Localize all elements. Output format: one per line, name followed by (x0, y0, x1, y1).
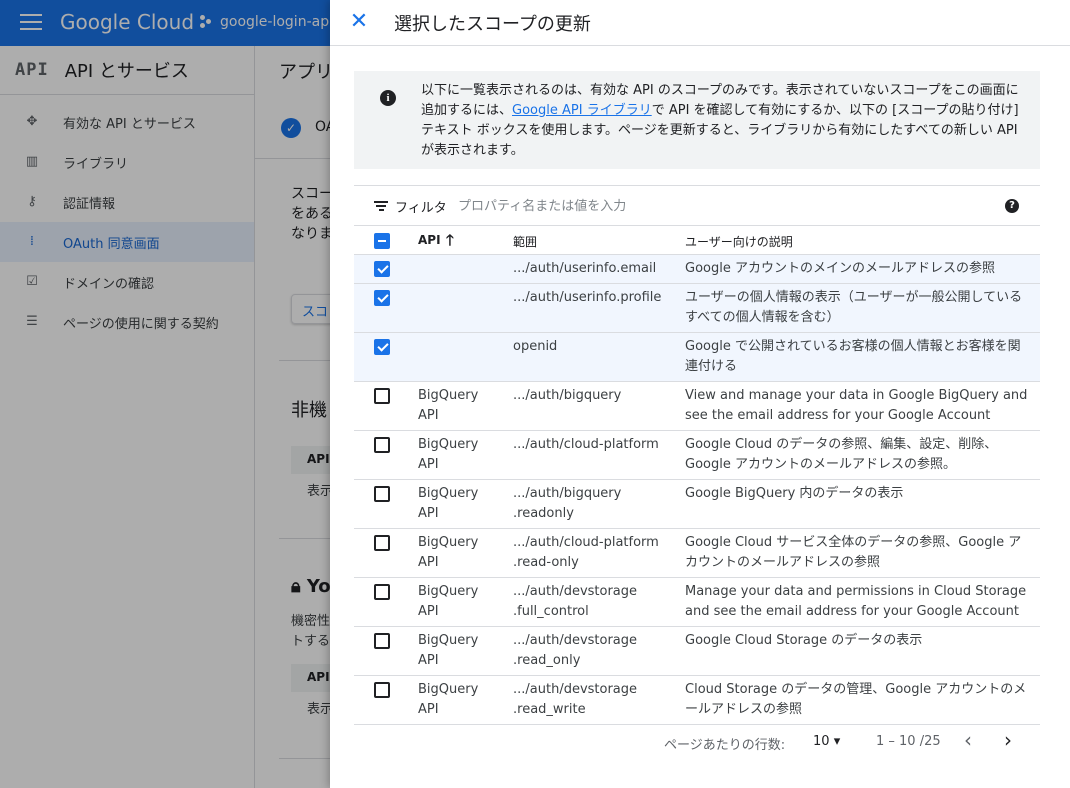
close-icon[interactable]: ✕ (346, 10, 372, 36)
row-api: BigQuery API (418, 535, 479, 570)
table-row[interactable]: BigQuery API .../auth/devstorage .full_c… (354, 578, 1040, 627)
api-library-link[interactable]: Google API ライブラリ (512, 103, 652, 118)
row-checkbox[interactable] (374, 682, 390, 698)
filter-label: フィルタ (395, 201, 447, 216)
row-checkbox[interactable] (374, 339, 390, 355)
filter-bar: フィルタ ? (354, 185, 1040, 226)
row-description: ユーザーの個人情報の表示（ユーザーが一般公開しているすべての個人情報を含む） (685, 290, 1023, 325)
info-text: 以下に一覧表示されるのは、有効な API のスコープのみです。表示されていないス… (421, 83, 1019, 158)
row-scope: .../auth/devstorage .read_only (513, 633, 638, 668)
row-description: Google BigQuery 内のデータの表示 (685, 486, 904, 501)
column-header-api[interactable]: API (418, 233, 441, 247)
row-checkbox[interactable] (374, 486, 390, 502)
table-row[interactable]: BigQuery API .../auth/bigquery .readonly… (354, 480, 1040, 529)
row-scope: .../auth/devstorage .full_control (513, 584, 638, 619)
table-row[interactable]: openid Google で公開されているお客様の個人情報とお客様を関連付ける (354, 333, 1040, 382)
row-api: BigQuery API (418, 584, 479, 619)
row-description: View and manage your data in Google BigQ… (685, 388, 1028, 423)
row-checkbox[interactable] (374, 290, 390, 306)
row-scope: .../auth/cloud-platform (513, 437, 659, 452)
row-description: Google アカウントのメインのメールアドレスの参照 (685, 261, 995, 276)
help-icon[interactable]: ? (1005, 199, 1019, 213)
row-checkbox[interactable] (374, 535, 390, 551)
table-row[interactable]: BigQuery API .../auth/devstorage .read_o… (354, 627, 1040, 676)
row-description: Manage your data and permissions in Clou… (685, 584, 1027, 619)
row-description: Google Cloud Storage のデータの表示 (685, 633, 923, 648)
row-api: BigQuery API (418, 633, 479, 668)
row-scope: .../auth/userinfo.profile (513, 290, 662, 305)
select-all-checkbox[interactable] (374, 233, 390, 249)
table-row[interactable]: BigQuery API .../auth/bigquery View and … (354, 382, 1040, 431)
row-checkbox[interactable] (374, 633, 390, 649)
row-scope: openid (513, 339, 558, 354)
table-row[interactable]: BigQuery API .../auth/cloud-platform Goo… (354, 431, 1040, 480)
page-range: 1 – 10 /25 (876, 734, 941, 749)
table-row[interactable]: .../auth/userinfo.email Google アカウントのメイン… (354, 255, 1040, 284)
filter-input[interactable] (458, 194, 978, 218)
row-scope: .../auth/bigquery (513, 388, 622, 403)
chevron-left-icon[interactable]: ‹ (964, 728, 972, 752)
table-row[interactable]: .../auth/userinfo.profile ユーザーの個人情報の表示（ユ… (354, 284, 1040, 333)
column-header-scope[interactable]: 範囲 (513, 233, 537, 250)
rows-per-page-label: ページあたりの行数: (664, 738, 786, 753)
row-scope: .../auth/userinfo.email (513, 261, 657, 276)
row-description: Google Cloud サービス全体のデータの参照、Google アカウントの… (685, 535, 1022, 570)
arrow-up-icon[interactable]: 🡑 (446, 230, 454, 255)
rows-per-page-select[interactable]: 10 ▾ (813, 734, 840, 749)
row-api: BigQuery API (418, 486, 479, 521)
row-description: Cloud Storage のデータの管理、Google アカウントのメールアド… (685, 682, 1027, 717)
info-icon: i (380, 90, 396, 106)
row-checkbox[interactable] (374, 388, 390, 404)
update-scopes-panel: ✕ 選択したスコープの更新 i 以下に一覧表示されるのは、有効な API のスコ… (330, 0, 1070, 788)
row-checkbox[interactable] (374, 261, 390, 277)
filter-icon (374, 201, 388, 212)
row-scope: .../auth/cloud-platform .read-only (513, 535, 659, 570)
dropdown-arrow-icon: ▾ (833, 734, 841, 749)
row-api: BigQuery API (418, 682, 479, 717)
row-description: Google で公開されているお客様の個人情報とお客様を関連付ける (685, 339, 1021, 374)
row-checkbox[interactable] (374, 437, 390, 453)
row-scope: .../auth/bigquery .readonly (513, 486, 622, 521)
info-banner: i 以下に一覧表示されるのは、有効な API のスコープのみです。表示されていな… (354, 71, 1040, 169)
table-row[interactable]: BigQuery API .../auth/cloud-platform .re… (354, 529, 1040, 578)
row-scope: .../auth/devstorage .read_write (513, 682, 638, 717)
column-header-description[interactable]: ユーザー向けの説明 (685, 233, 793, 250)
table-header-row: API 🡑 範囲 ユーザー向けの説明 (354, 226, 1040, 255)
scopes-table: API 🡑 範囲 ユーザー向けの説明 .../auth/userinfo.ema… (354, 226, 1040, 725)
table-row[interactable]: BigQuery API .../auth/devstorage .read_w… (354, 676, 1040, 725)
pagination: ページあたりの行数: 10 ▾ 1 – 10 /25 ‹ › (354, 726, 1040, 758)
panel-header: ✕ 選択したスコープの更新 (330, 0, 1070, 46)
row-description: Google Cloud のデータの参照、編集、設定、削除、Google アカウ… (685, 437, 998, 472)
panel-title: 選択したスコープの更新 (394, 14, 591, 35)
row-api: BigQuery API (418, 388, 479, 423)
row-checkbox[interactable] (374, 584, 390, 600)
chevron-right-icon[interactable]: › (1004, 728, 1012, 752)
row-api: BigQuery API (418, 437, 479, 472)
